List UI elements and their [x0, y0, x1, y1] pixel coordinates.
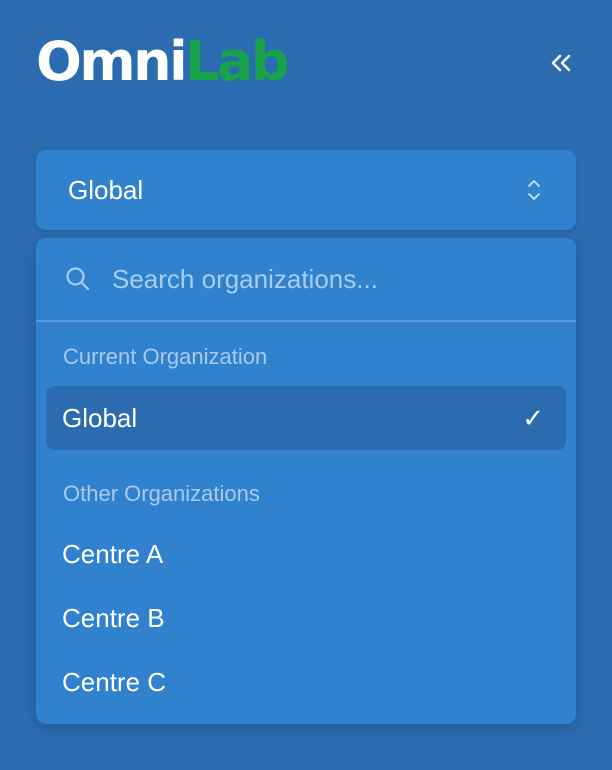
omnilab-logo: OmniLab — [36, 30, 290, 94]
double-chevron-left-icon — [551, 54, 571, 72]
other-organizations-label: Other Organizations — [63, 481, 260, 506]
organization-option-label: Centre B — [62, 602, 165, 633]
logo-text-lab: Lab — [185, 30, 290, 93]
organization-option-global[interactable]: Global ✓ — [46, 386, 566, 450]
search-row — [36, 238, 576, 322]
search-organizations-input[interactable] — [110, 262, 548, 296]
logo-text-omni: Omni — [36, 30, 188, 93]
organization-select[interactable]: Global — [36, 150, 576, 230]
check-icon: ✓ — [522, 402, 544, 433]
organization-option-centre-a[interactable]: Centre A — [46, 522, 566, 586]
organization-option-label: Global — [62, 402, 138, 433]
organization-option-centre-c[interactable]: Centre C — [46, 650, 566, 714]
collapse-sidebar-button[interactable] — [544, 46, 578, 80]
organization-option-label: Centre A — [62, 538, 164, 569]
organization-option-label: Centre C — [62, 666, 167, 697]
organization-dropdown: Current Organization Global ✓ Other Orga… — [36, 238, 576, 724]
organization-option-centre-b[interactable]: Centre B — [46, 586, 566, 650]
current-organization-label: Current Organization — [63, 344, 268, 369]
organization-select-value: Global — [68, 174, 144, 205]
chevron-up-down-icon — [528, 180, 540, 200]
search-icon — [66, 267, 90, 291]
